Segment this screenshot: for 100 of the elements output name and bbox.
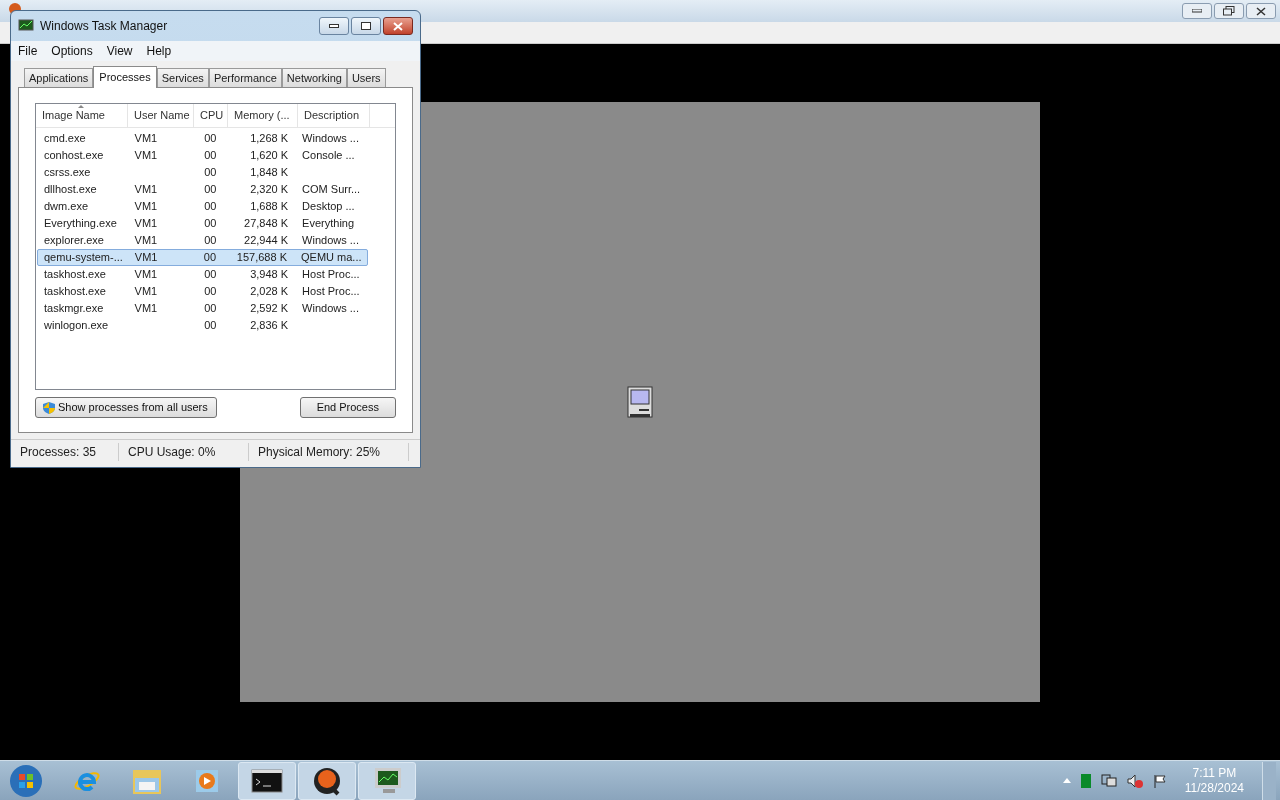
minimize-icon (1192, 9, 1202, 13)
minimize-icon (329, 24, 339, 28)
close-button[interactable] (383, 17, 413, 35)
show-all-users-button[interactable]: Show processes from all users (35, 397, 217, 418)
menu-item[interactable]: Options (51, 42, 93, 60)
process-row[interactable]: Everything.exe VM1 00 27,848 K Everything (37, 215, 368, 232)
column-header[interactable]: CPU (194, 104, 228, 127)
close-icon (1256, 6, 1266, 16)
close-icon (393, 21, 403, 31)
restore-icon (1223, 6, 1235, 16)
maximize-button[interactable] (351, 17, 381, 35)
table-cell: 1,268 K (250, 132, 289, 145)
table-cell: explorer.exe (44, 234, 104, 247)
table-cell: csrss.exe (44, 166, 91, 179)
taskbar-button[interactable] (358, 761, 416, 800)
table-cell: 00 (204, 302, 217, 315)
table-cell: cmd.exe (44, 132, 86, 145)
tab[interactable]: Performance (208, 68, 282, 87)
table-cell: 00 (204, 217, 217, 230)
monitor-graph-icon (18, 19, 34, 33)
menu-item[interactable]: File (18, 42, 38, 60)
table-cell: 00 (204, 132, 217, 145)
table-cell: 00 (204, 268, 217, 281)
table-cell: Host Proc... (302, 268, 360, 281)
process-row[interactable]: explorer.exe VM1 00 22,944 K Windows ... (37, 232, 368, 249)
table-cell: COM Surr... (302, 183, 361, 196)
table-cell: taskhost.exe (44, 268, 106, 281)
status-text: Processes: 35 (20, 444, 97, 459)
table-cell: Host Proc... (302, 285, 360, 298)
clock-date: 11/28/2024 (1184, 780, 1244, 796)
table-cell: winlogon.exe (44, 319, 109, 332)
table-cell: 2,836 K (250, 319, 289, 332)
status-text: Physical Memory: 25% (258, 444, 381, 459)
table-cell: VM1 (134, 285, 158, 298)
table-cell: 27,848 K (244, 217, 289, 230)
minimize-button[interactable] (319, 17, 349, 35)
table-cell: dwm.exe (44, 200, 89, 213)
table-cell: 3,948 K (250, 268, 289, 281)
table-cell: 00 (204, 200, 217, 213)
table-cell: 2,592 K (250, 302, 289, 315)
table-cell: 2,320 K (250, 183, 289, 196)
table-cell: 1,620 K (250, 149, 289, 162)
taskbar-button[interactable] (298, 761, 356, 800)
table-cell: 2,028 K (250, 285, 289, 298)
table-cell: Everything.exe (44, 217, 117, 230)
table-cell: conhost.exe (44, 149, 104, 162)
process-row[interactable]: winlogon.exe 00 2,836 K (37, 317, 368, 334)
table-cell: taskmgr.exe (44, 302, 104, 315)
process-row[interactable]: dwm.exe VM1 00 1,688 K Desktop ... (37, 198, 368, 215)
table-cell: taskhost.exe (44, 285, 106, 298)
table-cell: 157,688 K (236, 251, 287, 264)
flag-icon (1152, 773, 1167, 788)
tab[interactable]: Services (156, 68, 209, 87)
process-row[interactable]: dllhost.exe VM1 00 2,320 K COM Surr... (37, 181, 368, 198)
table-cell: 00 (204, 183, 217, 196)
magnifier-icon (312, 765, 342, 796)
column-header[interactable]: Memory (... (228, 104, 298, 127)
table-cell: VM1 (134, 200, 158, 213)
process-row[interactable]: qemu-system-... VM1 00 157,688 K QEMU ma... (37, 249, 368, 266)
table-cell: 00 (204, 285, 217, 298)
table-cell: 1,688 K (250, 200, 289, 213)
process-row[interactable]: taskmgr.exe VM1 00 2,592 K Windows ... (37, 300, 368, 317)
terminal-icon (251, 768, 283, 793)
menu-item[interactable]: View (106, 42, 133, 60)
menu-item[interactable]: Help (146, 42, 172, 60)
process-row[interactable]: cmd.exe VM1 00 1,268 K Windows ... (37, 130, 368, 147)
clock-time: 7:11 PM (1192, 765, 1237, 781)
table-cell: VM1 (134, 302, 158, 315)
tab[interactable]: Applications (24, 68, 94, 87)
process-row[interactable]: conhost.exe VM1 00 1,620 K Console ... (37, 147, 368, 164)
process-row[interactable]: csrss.exe 00 1,848 K (37, 164, 368, 181)
speaker-muted-icon (1126, 773, 1143, 788)
table-cell: 00 (204, 319, 217, 332)
table-cell: VM1 (134, 268, 158, 281)
end-process-button[interactable]: End Process (299, 397, 396, 418)
maximize-icon (361, 22, 371, 30)
column-header[interactable]: User Name (128, 104, 194, 127)
table-cell: 22,944 K (244, 234, 289, 247)
tab[interactable]: Users (346, 68, 386, 87)
table-cell: Windows ... (302, 302, 359, 315)
table-cell: Everything (302, 217, 355, 230)
table-cell: 00 (204, 234, 217, 247)
taskbar-button[interactable] (238, 761, 296, 800)
tab[interactable]: Networking (281, 68, 347, 87)
tray-app-icon (1080, 773, 1091, 788)
process-row[interactable]: taskhost.exe VM1 00 2,028 K Host Proc... (37, 283, 368, 300)
table-cell: Console ... (302, 149, 355, 162)
table-cell: 1,848 K (250, 166, 289, 179)
column-header[interactable]: Description (298, 104, 370, 127)
shield-icon (42, 400, 56, 415)
table-cell: VM1 (134, 149, 158, 162)
column-header[interactable]: Image Name (36, 104, 128, 127)
table-cell: VM1 (134, 217, 158, 230)
caret-up-icon (1062, 778, 1071, 783)
process-row[interactable]: taskhost.exe VM1 00 3,948 K Host Proc... (37, 266, 368, 283)
tab[interactable]: Processes (93, 66, 157, 88)
table-cell: 00 (204, 149, 217, 162)
window-title: Windows Task Manager (40, 18, 168, 35)
restore-button[interactable] (1214, 3, 1244, 19)
close-button[interactable] (1246, 3, 1276, 19)
